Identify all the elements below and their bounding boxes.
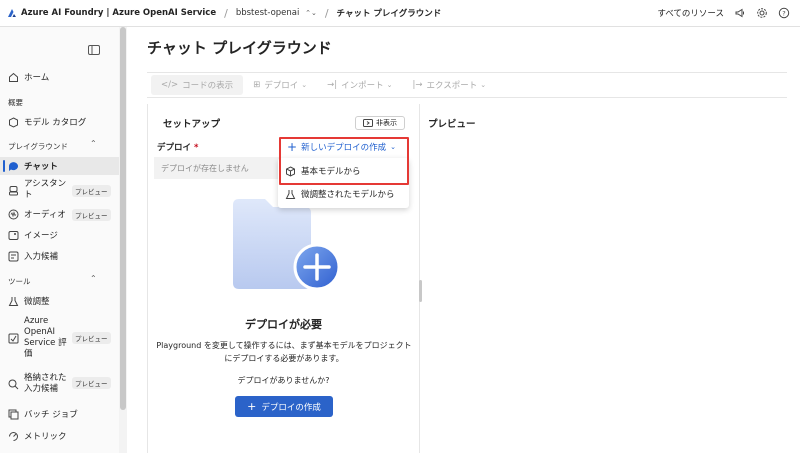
sidebar-item-finetune[interactable]: 微調整 [0, 293, 119, 309]
preview-title: プレビュー [428, 119, 476, 130]
gear-icon[interactable] [756, 7, 768, 19]
stored-icon [8, 379, 19, 390]
panel-icon [363, 119, 373, 127]
megaphone-icon[interactable] [734, 7, 746, 19]
sidebar-item-model-catalog[interactable]: モデル カタログ [0, 114, 119, 130]
chevron-down-icon: ⌄ [301, 81, 308, 89]
new-deploy-button[interactable]: + 新しいデプロイの作成 ⌄ [287, 141, 396, 153]
deploy-required-description: Playground を変更して操作するには、まず基本モデルをプロジェクトにデプ… [156, 341, 412, 363]
brand[interactable]: Azure AI Foundry | Azure OpenAI Service [0, 8, 216, 18]
sidebar-item-batch[interactable]: バッチ ジョブ [0, 406, 119, 422]
scrollbar-thumb[interactable] [120, 27, 126, 410]
code-icon: </> [161, 80, 179, 90]
hide-button[interactable]: 非表示 [355, 116, 405, 130]
section-overview: 概要 [8, 98, 23, 107]
audio-icon [8, 209, 19, 220]
plus-icon: + [247, 400, 257, 413]
chevron-updown-icon: ⌃⌄ [305, 9, 317, 17]
eval-icon [8, 333, 19, 344]
preview-badge: プレビュー [72, 209, 111, 221]
home-icon [8, 72, 19, 83]
sidebar-item-chat[interactable]: チャット [0, 157, 119, 175]
import-icon: →| [327, 80, 338, 90]
sidebar-item-image[interactable]: イメージ [0, 227, 119, 243]
all-resources-link[interactable]: すべてのリソース [657, 7, 724, 19]
chat-icon [8, 161, 19, 172]
metrics-icon [8, 431, 19, 442]
panel-resize-handle[interactable] [419, 280, 422, 302]
current-breadcrumb: チャット プレイグラウンド [336, 9, 442, 19]
setup-title: セットアップ [163, 119, 221, 130]
chevron-down-icon: ⌄ [480, 81, 487, 89]
sidebar-collapse-icon[interactable] [88, 45, 100, 55]
view-code-button[interactable]: </> コードの表示 [151, 75, 244, 95]
preview-badge: プレビュー [72, 185, 111, 197]
folder-illustration [233, 199, 341, 291]
deploy-button[interactable]: ⊞ デプロイ ⌄ [243, 75, 317, 95]
sidebar-scrollbar[interactable] [119, 27, 127, 453]
svg-text:?: ? [782, 9, 785, 17]
grid-icon: ⊞ [253, 80, 261, 90]
completions-icon [8, 251, 19, 262]
preview-badge: プレビュー [72, 332, 111, 344]
assistant-icon [8, 185, 19, 196]
brand-title: Azure AI Foundry | Azure OpenAI Service [21, 8, 217, 18]
sidebar-item-home[interactable]: ホーム [0, 69, 119, 85]
chevron-up-icon[interactable]: ⌃ [90, 139, 97, 148]
flask-icon [8, 296, 19, 307]
preview-badge: プレビュー [72, 377, 111, 389]
breadcrumb-separator: / [224, 6, 228, 20]
required-mark: * [193, 143, 199, 153]
deploy-label: デプロイ * [157, 143, 199, 153]
export-button[interactable]: |→ エクスポート ⌄ [403, 75, 497, 95]
menu-item-finetuned-model[interactable]: 微調整されたモデルから [285, 188, 395, 200]
sidebar-item-metrics[interactable]: メトリック [0, 428, 119, 444]
deploy-required-title: デプロイが必要 [245, 318, 322, 331]
section-playground: プレイグラウンド [8, 142, 68, 151]
import-button[interactable]: →| インポート ⌄ [317, 75, 402, 95]
resource-breadcrumb[interactable]: bbstest-openai ⌃⌄ [236, 8, 317, 18]
flask-icon [285, 189, 296, 200]
batch-icon [8, 409, 19, 420]
breadcrumb-separator: / [324, 6, 329, 20]
chevron-down-icon: ⌄ [386, 81, 393, 89]
no-deploy-text: デプロイがありませんか? [237, 376, 330, 385]
page-title: チャット プレイグラウンド [147, 39, 332, 57]
sidebar: ホーム 概要 モデル カタログ プレイグラウンド ⌃ チャット アシスタント プ… [0, 27, 119, 453]
catalog-icon [8, 116, 19, 128]
top-bar: Azure AI Foundry | Azure OpenAI Service … [0, 0, 800, 27]
toolbar: </> コードの表示 ⊞ デプロイ ⌄ →| インポート ⌄ |→ エクスポート… [147, 72, 787, 98]
section-tools: ツール [8, 277, 31, 286]
chevron-down-icon: ⌄ [390, 143, 396, 151]
chevron-up-icon[interactable]: ⌃ [90, 274, 97, 283]
question-icon[interactable]: ? [778, 7, 790, 19]
sidebar-item-completions[interactable]: 入力候補 [0, 248, 119, 264]
export-icon: |→ [412, 80, 423, 90]
image-icon [8, 230, 19, 241]
deploy-select[interactable]: デプロイが存在しません [154, 157, 279, 179]
plus-icon: + [287, 140, 298, 154]
azure-ai-logo-icon [8, 9, 16, 17]
create-deploy-button[interactable]: + デプロイの作成 [235, 396, 333, 417]
